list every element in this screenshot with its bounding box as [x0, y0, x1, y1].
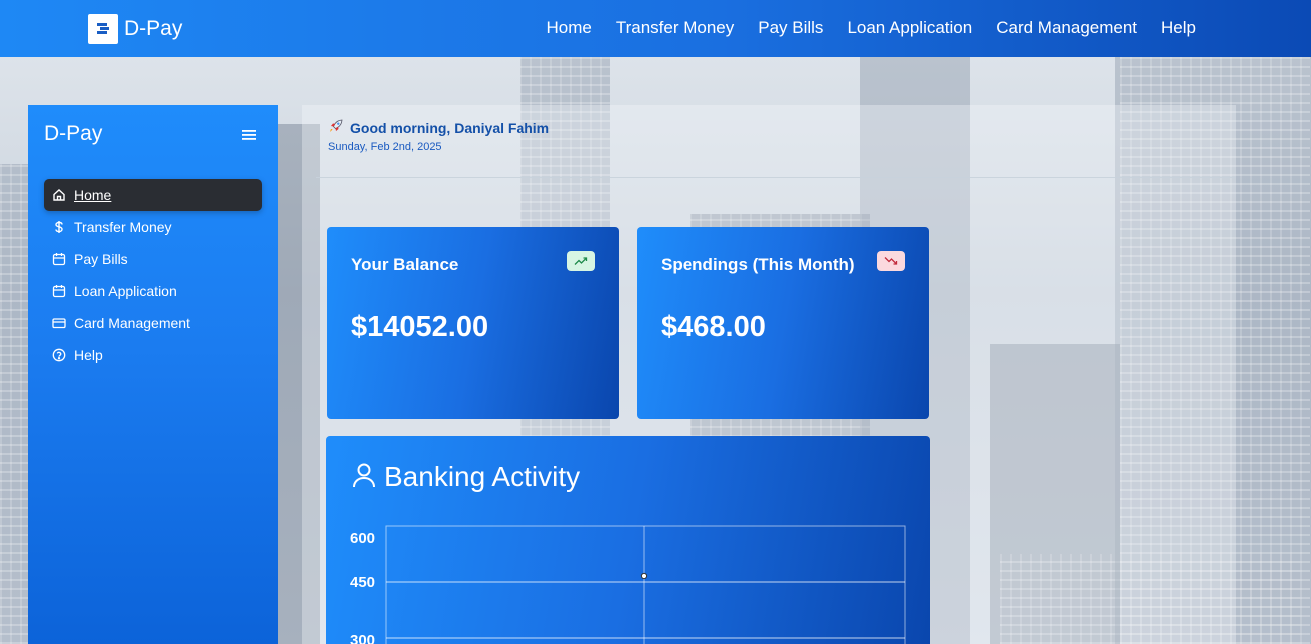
- rocket-icon: [328, 118, 344, 137]
- sidebar-item-label: Pay Bills: [74, 251, 128, 267]
- sidebar-title: D-Pay: [44, 122, 103, 145]
- top-navbar: D-Pay Home Transfer Money Pay Bills Loan…: [0, 0, 1311, 57]
- topnav-loan-application[interactable]: Loan Application: [847, 18, 972, 38]
- banking-activity-panel: Banking Activity 600 450 300: [326, 436, 930, 644]
- help-circle-icon: [52, 348, 66, 362]
- sidebar-item-loan-application[interactable]: Loan Application: [44, 275, 262, 307]
- sidebar-item-card-management[interactable]: Card Management: [44, 307, 262, 339]
- topnav-help[interactable]: Help: [1161, 18, 1196, 38]
- data-point: [640, 572, 648, 580]
- greeting-date: Sunday, Feb 2nd, 2025: [328, 141, 442, 153]
- divider: [316, 177, 1236, 178]
- trending-up-icon: [567, 251, 595, 271]
- sidebar: D-Pay Home Transfer Money Pay Bills Loan…: [28, 105, 278, 644]
- menu-icon[interactable]: [242, 128, 256, 146]
- home-icon: [52, 188, 66, 202]
- brand-name: D-Pay: [124, 17, 183, 40]
- sidebar-item-transfer-money[interactable]: Transfer Money: [44, 211, 262, 243]
- chart-plot-area: [385, 525, 906, 644]
- activity-chart: 600 450 300: [350, 525, 906, 644]
- balance-card: Your Balance $14052.00: [327, 227, 619, 419]
- balance-title: Your Balance: [351, 255, 459, 274]
- dollar-icon: [52, 220, 66, 234]
- y-tick-450: 450: [350, 574, 375, 591]
- calendar-icon: [52, 252, 66, 266]
- spendings-title: Spendings (This Month): [661, 255, 855, 274]
- main-content: Good morning, Daniyal Fahim Sunday, Feb …: [302, 105, 1236, 644]
- y-tick-300: 300: [350, 632, 375, 644]
- calendar-icon: [52, 284, 66, 298]
- sidebar-item-pay-bills[interactable]: Pay Bills: [44, 243, 262, 275]
- greeting-heading: Good morning, Daniyal Fahim: [328, 118, 549, 137]
- sidebar-item-help[interactable]: Help: [44, 339, 262, 371]
- trending-down-icon: [877, 251, 905, 271]
- sidebar-item-label: Home: [74, 187, 112, 203]
- spendings-card: Spendings (This Month) $468.00: [637, 227, 929, 419]
- sidebar-item-label: Transfer Money: [74, 219, 172, 235]
- credit-card-icon: [52, 316, 66, 330]
- spendings-value: $468.00: [661, 311, 766, 343]
- brand[interactable]: D-Pay: [88, 14, 182, 44]
- greeting: Good morning, Daniyal Fahim Sunday, Feb …: [328, 118, 549, 154]
- sidebar-item-label: Card Management: [74, 315, 190, 331]
- topnav-pay-bills[interactable]: Pay Bills: [758, 18, 823, 38]
- balance-value: $14052.00: [351, 311, 489, 343]
- sidebar-nav: Home Transfer Money Pay Bills Loan Appli…: [44, 179, 262, 371]
- greeting-title: Good morning, Daniyal Fahim: [350, 119, 550, 136]
- sidebar-item-home[interactable]: Home: [44, 179, 262, 211]
- topnav-card-management[interactable]: Card Management: [996, 18, 1137, 38]
- y-tick-600: 600: [350, 530, 375, 547]
- sidebar-item-label: Help: [74, 347, 103, 363]
- sidebar-item-label: Loan Application: [74, 283, 177, 299]
- topnav-home[interactable]: Home: [546, 18, 591, 38]
- dpay-logo-icon: [88, 14, 118, 44]
- topnav-transfer-money[interactable]: Transfer Money: [616, 18, 734, 38]
- top-nav: Home Transfer Money Pay Bills Loan Appli…: [546, 18, 1196, 38]
